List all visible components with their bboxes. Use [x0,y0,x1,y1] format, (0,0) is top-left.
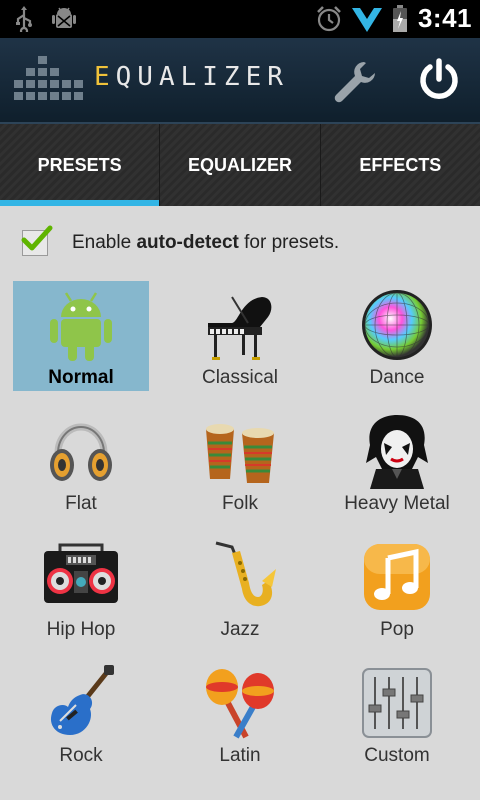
preset-classical[interactable]: Classical [172,281,308,391]
tab-effects[interactable]: EFFECTS [321,124,480,206]
tab-label: EFFECTS [359,154,442,175]
preset-flat[interactable]: Flat [13,407,149,517]
preset-label: Dance [369,367,425,388]
tab-label: EQUALIZER [187,154,292,175]
metal-face-icon [366,415,428,489]
tab-presets[interactable]: PRESETS [0,124,161,206]
preset-label: Custom [364,745,430,766]
preset-normal[interactable]: Normal [13,281,149,391]
preset-label: Latin [219,745,261,766]
disco-ball-icon [362,290,432,360]
preset-label: Hip Hop [46,619,116,640]
debug-icon [52,7,76,28]
preset-latin[interactable]: Latin [172,659,308,769]
app-title: EQUALIZER [94,62,289,92]
preset-label: Pop [380,619,414,640]
status-left-icons [14,6,76,32]
preset-heavy-metal[interactable]: Heavy Metal [329,407,465,517]
maracas-icon [206,669,274,739]
equalizer-logo-icon [14,56,83,100]
bongo-drums-icon [206,424,274,483]
boombox-icon [44,543,118,603]
alarm-icon [317,5,341,31]
usb-icon [16,6,32,32]
preset-label: Folk [222,493,258,514]
preset-label: Classical [201,367,279,388]
auto-detect-checkbox[interactable] [21,225,53,256]
preset-hip-hop[interactable]: Hip Hop [13,533,149,643]
sliders-icon [362,668,432,738]
preset-jazz[interactable]: Jazz [172,533,308,643]
tab-bar: PRESETS EQUALIZER EFFECTS [0,124,480,206]
headphones-icon [50,423,112,481]
status-right-icons: 3:41 [316,3,472,34]
music-note-icon [364,544,430,610]
auto-detect-bold: auto-detect [136,232,239,253]
preset-custom[interactable]: Custom [329,659,465,769]
preset-label: Normal [48,367,114,388]
android-icon [50,292,112,361]
signal-icon [351,7,382,32]
preset-pop[interactable]: Pop [329,533,465,643]
electric-guitar-icon [50,665,114,735]
checkmark-icon [21,225,53,251]
auto-detect-prefix: Enable [72,232,137,253]
auto-detect-suffix: for presets. [238,232,340,253]
piano-icon [208,296,272,360]
preset-dance[interactable]: Dance [329,281,465,391]
battery-icon [392,4,407,32]
preset-rock[interactable]: Rock [13,659,149,769]
power-icon[interactable] [417,58,461,102]
app-header: EQUALIZER [0,38,480,124]
preset-folk[interactable]: Folk [172,407,308,517]
app-title-first-letter: E [94,62,116,92]
preset-label: Jazz [220,619,260,640]
preset-label: Flat [65,493,97,514]
status-bar: 3:41 [0,0,480,38]
wrench-icon[interactable] [330,58,378,106]
tab-equalizer[interactable]: EQUALIZER [160,124,321,206]
preset-label: Rock [59,745,103,766]
auto-detect-label: Enable auto-detect for presets. [72,232,339,254]
app-title-rest: QUALIZER [115,62,289,92]
preset-label: Heavy Metal [344,493,450,514]
tab-label: PRESETS [37,154,122,175]
status-time: 3:41 [417,3,472,33]
saxophone-icon [215,541,276,607]
auto-detect-row[interactable]: Enable auto-detect for presets. [21,225,339,260]
